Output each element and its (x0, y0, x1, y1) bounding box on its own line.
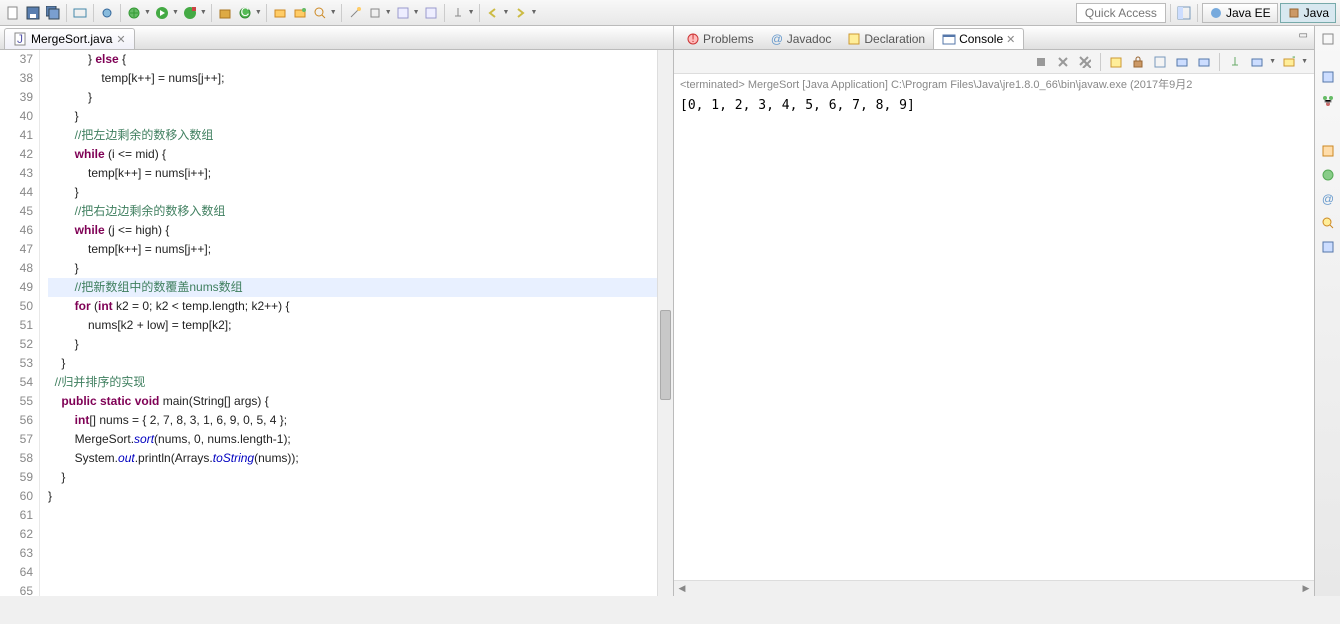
new-class-icon[interactable]: C (236, 4, 254, 22)
code-content[interactable]: } else { temp[k++] = nums[j++]; } } //把左… (40, 50, 657, 596)
open-type-icon[interactable] (271, 4, 289, 22)
wand-icon[interactable] (346, 4, 364, 22)
perspective-label: Java EE (1226, 6, 1271, 20)
dropdown-icon[interactable]: ▼ (1269, 58, 1276, 65)
scroll-left-icon[interactable]: ◀ (674, 583, 690, 594)
console-icon (942, 32, 956, 46)
bookmark-icon[interactable] (1319, 238, 1337, 256)
show-stderr-icon[interactable] (1195, 53, 1213, 71)
svg-text:J: J (17, 32, 23, 46)
tab-javadoc[interactable]: @ Javadoc (762, 29, 840, 49)
quick-access-input[interactable]: Quick Access (1076, 3, 1166, 23)
editor-tab-bar: J MergeSort.java ✕ (0, 26, 673, 50)
tab-declaration[interactable]: Declaration (839, 29, 933, 49)
dropdown-icon[interactable]: ▼ (330, 9, 337, 16)
run-icon[interactable] (153, 4, 171, 22)
view-tab-bar: ! Problems @ Javadoc Declaration Console ✕… (674, 26, 1314, 50)
dropdown-icon[interactable]: ▼ (172, 9, 179, 16)
line-gutter: 3738394041424344454647484950515253545556… (0, 50, 40, 596)
restore-icon[interactable] (1319, 30, 1337, 48)
display-selected-icon[interactable] (1248, 53, 1266, 71)
console-output[interactable]: [0, 1, 2, 3, 4, 5, 6, 7, 8, 9] (674, 94, 1314, 580)
dropdown-icon[interactable]: ▼ (1301, 58, 1308, 65)
save-all-icon[interactable] (44, 4, 62, 22)
perspective-java-ee[interactable]: Java EE (1202, 3, 1278, 23)
svg-text:!: ! (691, 32, 694, 45)
search-view-icon[interactable] (1319, 214, 1337, 232)
java-file-icon: J (13, 32, 27, 46)
forward-icon[interactable] (511, 4, 529, 22)
word-wrap-icon[interactable] (1151, 53, 1169, 71)
editor-area: J MergeSort.java ✕ 373839404142434445464… (0, 26, 674, 596)
dropdown-icon[interactable]: ▼ (503, 9, 510, 16)
dropdown-icon[interactable]: ▼ (413, 9, 420, 16)
tab-label: Javadoc (787, 32, 832, 46)
new-package-icon[interactable] (216, 4, 234, 22)
svg-text:+: + (1292, 56, 1295, 64)
remove-launch-icon[interactable] (1054, 53, 1072, 71)
toggle-breadcrumb-icon[interactable] (71, 4, 89, 22)
open-console-icon[interactable]: + (1280, 53, 1298, 71)
dropdown-icon[interactable]: ▼ (144, 9, 151, 16)
perspective-java[interactable]: Java (1280, 3, 1336, 23)
back-icon[interactable] (484, 4, 502, 22)
tab-console[interactable]: Console ✕ (933, 28, 1024, 49)
tab-label: Console (959, 32, 1003, 46)
trim-stack: @ (1314, 26, 1340, 596)
dropdown-icon[interactable]: ▼ (200, 9, 207, 16)
editor-tab[interactable]: J MergeSort.java ✕ (4, 28, 135, 49)
skip-breakpoints-icon[interactable] (98, 4, 116, 22)
clear-console-icon[interactable] (1107, 53, 1125, 71)
pin-icon[interactable] (449, 4, 467, 22)
close-icon[interactable]: ✕ (116, 33, 125, 46)
task-list-icon[interactable] (1319, 142, 1337, 160)
build-icon[interactable] (1319, 166, 1337, 184)
tab-filename: MergeSort.java (31, 32, 112, 46)
open-perspective-icon[interactable] (1175, 4, 1193, 22)
svg-text:@: @ (1321, 192, 1333, 206)
search-icon[interactable] (311, 4, 329, 22)
show-console-icon[interactable] (1173, 53, 1191, 71)
new-icon[interactable] (4, 4, 22, 22)
problems-icon: ! (686, 32, 700, 46)
dropdown-icon[interactable]: ▼ (385, 9, 392, 16)
code-editor[interactable]: 3738394041424344454647484950515253545556… (0, 50, 673, 596)
tab-label: Declaration (864, 32, 925, 46)
javadoc-icon: @ (770, 32, 784, 46)
main-toolbar: ▼ ▼ ▼ C ▼ ▼ ▼ ▼ ▼ ▼ ▼ Quick Access Java E… (0, 0, 1340, 26)
close-icon[interactable]: ✕ (1006, 33, 1015, 46)
hierarchy-icon[interactable] (1319, 92, 1337, 110)
scroll-right-icon[interactable]: ▶ (1298, 583, 1314, 594)
dropdown-icon[interactable]: ▼ (530, 9, 537, 16)
dropdown-icon[interactable]: ▼ (468, 9, 475, 16)
save-icon[interactable] (24, 4, 42, 22)
svg-text:@: @ (771, 32, 783, 46)
minimize-icon[interactable]: ▭ (1299, 30, 1308, 41)
horizontal-scrollbar[interactable]: ◀ ▶ (674, 580, 1314, 596)
terminate-icon[interactable] (1032, 53, 1050, 71)
scroll-lock-icon[interactable] (1129, 53, 1147, 71)
tab-label: Problems (703, 32, 754, 46)
perspective-label: Java (1304, 6, 1329, 20)
debug-icon[interactable] (125, 4, 143, 22)
toggle-mark-icon[interactable] (366, 4, 384, 22)
remove-all-icon[interactable] (1076, 53, 1094, 71)
vertical-scrollbar[interactable] (657, 50, 673, 596)
dropdown-icon[interactable]: ▼ (255, 9, 262, 16)
open-task-icon[interactable] (291, 4, 309, 22)
svg-text:C: C (240, 6, 249, 19)
pin-console-icon[interactable] (1226, 53, 1244, 71)
annotation-icon[interactable] (394, 4, 412, 22)
console-status: <terminated> MergeSort [Java Application… (674, 74, 1314, 94)
outline-icon[interactable] (1319, 68, 1337, 86)
run-last-icon[interactable] (181, 4, 199, 22)
at-icon[interactable]: @ (1319, 190, 1337, 208)
declaration-icon (847, 32, 861, 46)
right-panel: ! Problems @ Javadoc Declaration Console ✕… (674, 26, 1314, 596)
console-toolbar: ▼ + ▼ (674, 50, 1314, 74)
tab-problems[interactable]: ! Problems (678, 29, 762, 49)
next-annotation-icon[interactable] (422, 4, 440, 22)
